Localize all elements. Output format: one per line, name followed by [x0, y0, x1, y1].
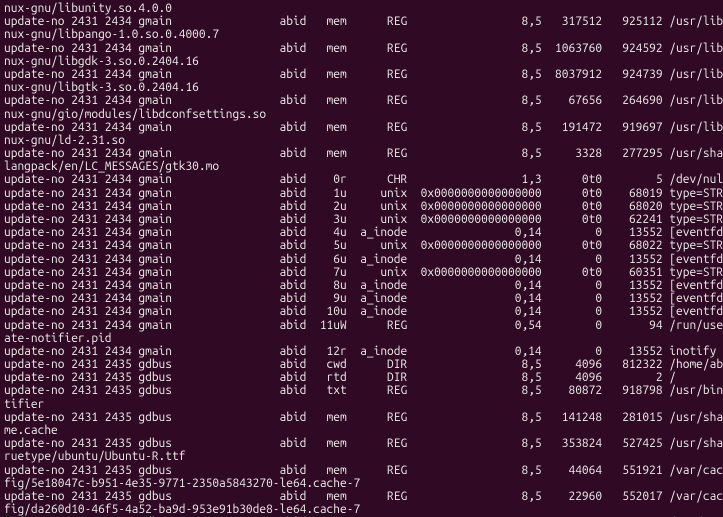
lsof-row: fig/da260d10-46f5-4a52-ba9d-953e91b30de8… — [4, 503, 719, 516]
lsof-row: update-no 2431 2434 gmain abid 0r CHR 1,… — [4, 173, 719, 186]
lsof-row: nux-gnu/gio/modules/libdconfsettings.so — [4, 108, 719, 121]
lsof-row: nux-gnu/libunity.so.4.0.0 — [4, 2, 719, 15]
lsof-row: update-no 2431 2434 gmain abid 1u unix 0… — [4, 187, 719, 200]
lsof-row: update-no 2431 2434 gmain abid 12r a_ino… — [4, 345, 719, 358]
lsof-row: tifier — [4, 398, 719, 411]
lsof-row: update-no 2431 2434 gmain abid 2u unix 0… — [4, 200, 719, 213]
lsof-row: ruetype/ubuntu/Ubuntu-R.ttf — [4, 450, 719, 463]
lsof-row: update-no 2431 2434 gmain abid 8u a_inod… — [4, 279, 719, 292]
terminal-output: nux-gnu/libunity.so.4.0.0update-no 2431 … — [0, 0, 723, 517]
lsof-row: update-no 2431 2434 gmain abid mem REG 8… — [4, 68, 719, 81]
lsof-row: update-no 2431 2434 gmain abid mem REG 8… — [4, 15, 719, 28]
lsof-row: nux-gnu/ld-2.31.so — [4, 134, 719, 147]
lsof-row: update-no 2431 2434 gmain abid 4u a_inod… — [4, 226, 719, 239]
lsof-row: me.cache — [4, 424, 719, 437]
lsof-row: nux-gnu/libgdk-3.so.0.2404.16 — [4, 55, 719, 68]
lsof-row: update-no 2431 2434 gmain abid 9u a_inod… — [4, 292, 719, 305]
lsof-row: update-no 2431 2435 gdbus abid mem REG 8… — [4, 490, 719, 503]
lsof-row: nux-gnu/libgtk-3.so.0.2404.16 — [4, 81, 719, 94]
lsof-row: ate-notifier.pid — [4, 332, 719, 345]
lsof-row: update-no 2431 2434 gmain abid 3u unix 0… — [4, 213, 719, 226]
lsof-row: update-no 2431 2435 gdbus abid cwd DIR 8… — [4, 358, 719, 371]
lsof-row: update-no 2431 2434 gmain abid mem REG 8… — [4, 94, 719, 107]
lsof-row: update-no 2431 2434 gmain abid 6u a_inod… — [4, 253, 719, 266]
lsof-row: nux-gnu/libpango-1.0.so.0.4000.7 — [4, 28, 719, 41]
lsof-row: update-no 2431 2434 gmain abid 11uW REG … — [4, 319, 719, 332]
lsof-row: update-no 2431 2435 gdbus abid mem REG 8… — [4, 464, 719, 477]
lsof-row: update-no 2431 2434 gmain abid 5u unix 0… — [4, 239, 719, 252]
lsof-row: fig/5e18047c-b951-4e35-9771-2350a5843270… — [4, 477, 719, 490]
lsof-row: update-no 2431 2434 gmain abid 7u unix 0… — [4, 266, 719, 279]
lsof-row: update-no 2431 2434 gmain abid mem REG 8… — [4, 121, 719, 134]
lsof-row: update-no 2431 2435 gdbus abid rtd DIR 8… — [4, 371, 719, 384]
lsof-row: update-no 2431 2434 gmain abid mem REG 8… — [4, 42, 719, 55]
lsof-row: update-no 2431 2434 gmain abid 10u a_ino… — [4, 305, 719, 318]
lsof-row: langpack/en/LC_MESSAGES/gtk30.mo — [4, 160, 719, 173]
lsof-row: update-no 2431 2434 gmain abid mem REG 8… — [4, 147, 719, 160]
lsof-row: update-no 2431 2435 gdbus abid mem REG 8… — [4, 411, 719, 424]
lsof-row: update-no 2431 2435 gdbus abid mem REG 8… — [4, 437, 719, 450]
lsof-row: update-no 2431 2435 gdbus abid txt REG 8… — [4, 384, 719, 397]
